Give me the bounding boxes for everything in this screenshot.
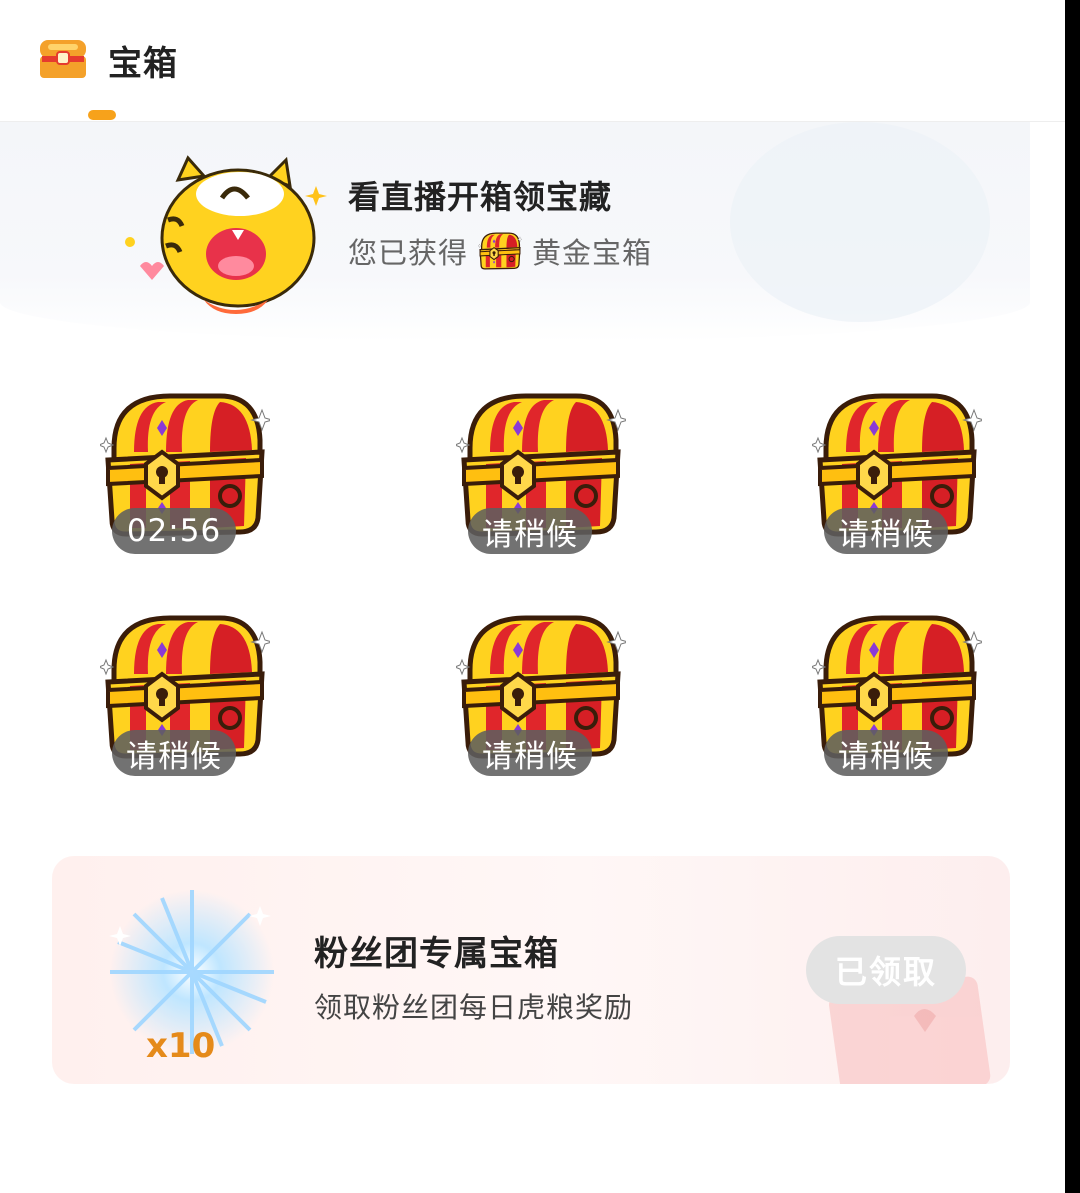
claimed-button[interactable]: 已领取 [806,936,966,1004]
chest-item[interactable]: 请稍候 [100,612,280,792]
gold-chest-icon [478,231,522,271]
chest-countdown: 02:56 [112,508,236,554]
obtained-prefix: 您已获得 [348,236,469,270]
fan-club-title: 粉丝团专属宝箱 [314,934,559,974]
chest-item[interactable]: 请稍候 [812,390,992,570]
chest-status: 请稍候 [824,508,948,554]
treasure-chest-icon [38,36,88,80]
tab-title[interactable]: 宝箱 [108,36,178,85]
tiger-mascot-icon [118,150,328,320]
fan-club-card: x10 粉丝团专属宝箱 领取粉丝团每日虎粮奖励 已领取 [52,856,1010,1084]
chest-item[interactable]: 请稍候 [456,612,636,792]
screen: 宝箱 看直播开箱领宝藏 您已获得 黄金宝箱 02:56 请稍候 请稍候 请稍候 … [0,0,1065,1193]
banner-subtitle: 您已获得 黄金宝箱 [348,230,652,272]
banner-decoration [730,122,990,322]
chest-item[interactable]: 请稍候 [456,390,636,570]
chest-status: 请稍候 [468,730,592,776]
obtained-item: 黄金宝箱 [532,236,653,270]
header: 宝箱 [0,0,1065,120]
banner-title: 看直播开箱领宝藏 [348,178,613,216]
chest-status: 请稍候 [112,730,236,776]
tab-active-indicator [88,110,116,120]
chest-item[interactable]: 02:56 [100,390,280,570]
fan-club-description: 领取粉丝团每日虎粮奖励 [314,991,634,1024]
chest-item[interactable]: 请稍候 [812,612,992,792]
chest-status: 请稍候 [468,508,592,554]
reward-count: x10 [146,1026,216,1066]
chest-status: 请稍候 [824,730,948,776]
